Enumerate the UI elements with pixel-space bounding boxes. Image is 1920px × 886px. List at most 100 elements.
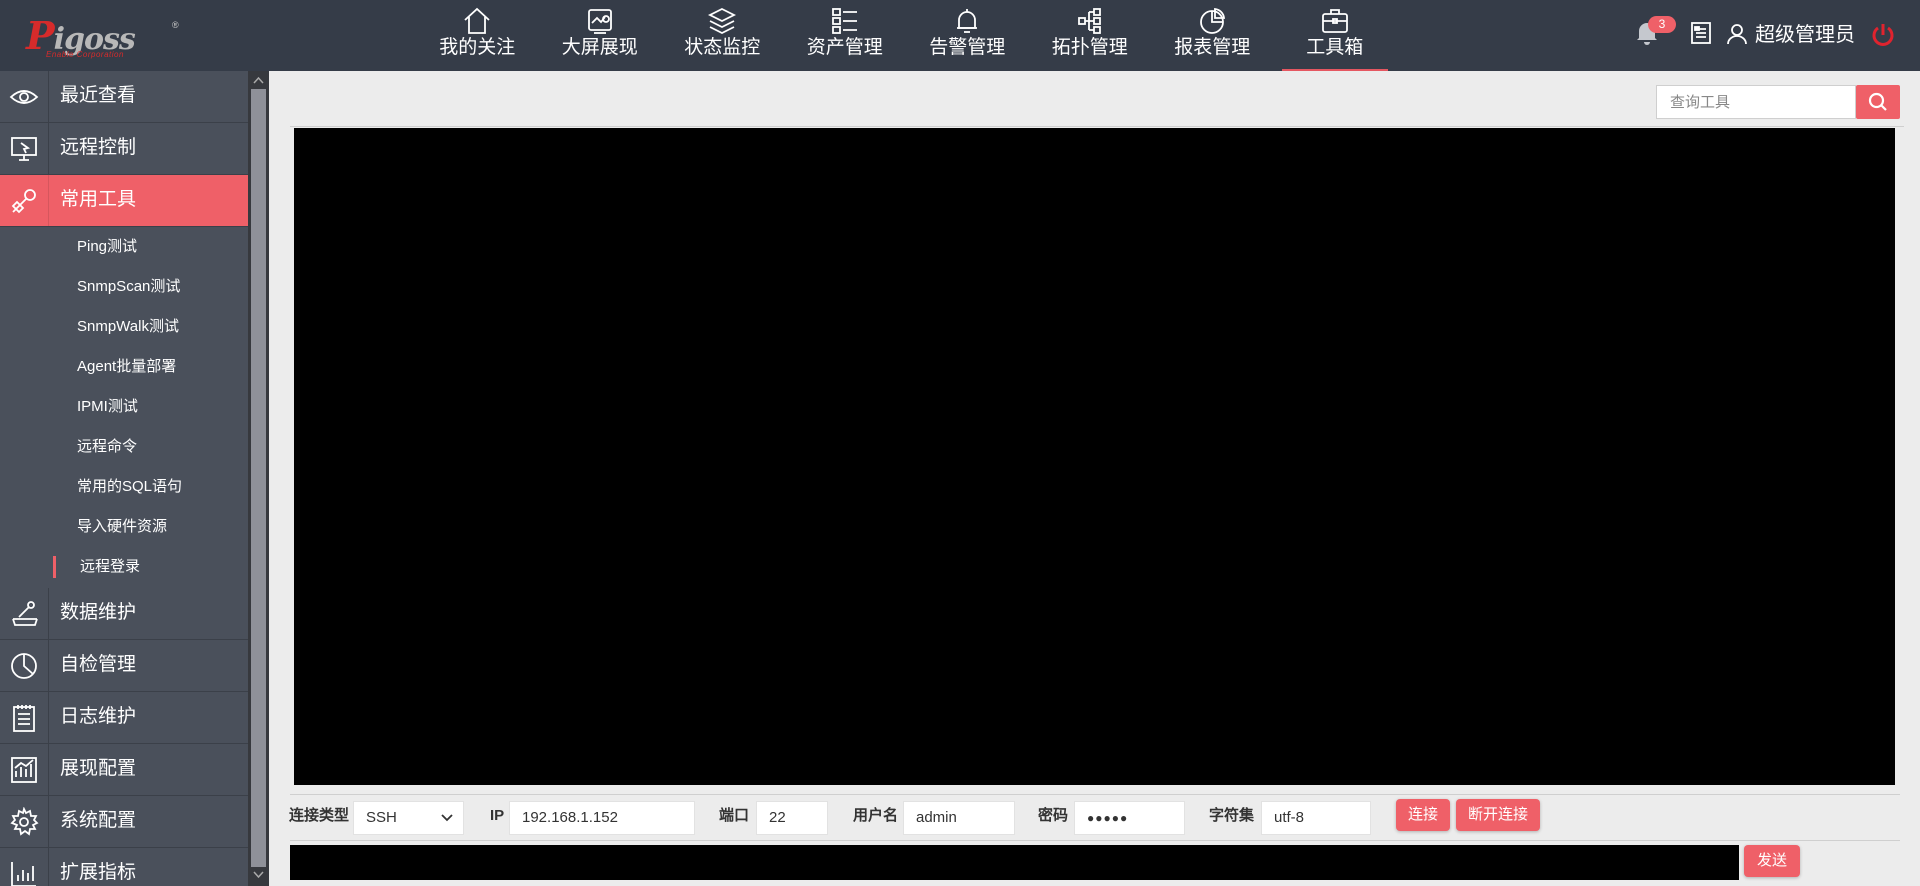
sidebar-item-label: 系统配置 <box>60 810 137 831</box>
terminal-output[interactable] <box>294 128 1895 785</box>
sidebar-item-label: 自检管理 <box>60 654 137 675</box>
connection-type-label: 连接类型 <box>289 807 350 824</box>
command-input[interactable] <box>290 845 1739 880</box>
sub-item-snmpwalk-test[interactable]: SnmpWalk测试 <box>0 307 248 347</box>
nav-status-monitor[interactable]: 状态监控 <box>661 0 784 71</box>
main-nav: 我的关注 大屏展现 状态监控 资产管理 告警管理 拓扑管理 报表管理 工具箱 <box>416 0 1396 71</box>
connect-button[interactable]: 连接 <box>1396 799 1450 831</box>
password-label: 密码 <box>1038 807 1069 824</box>
sub-item-label: IPMI测试 <box>77 398 138 415</box>
nav-label: 报表管理 <box>1174 37 1251 58</box>
eye-icon <box>9 90 39 104</box>
sidebar-item-label: 日志维护 <box>60 706 137 727</box>
sub-item-ping-test[interactable]: Ping测试 <box>0 227 248 267</box>
nav-asset-mgmt[interactable]: 资产管理 <box>784 0 907 71</box>
sub-item-remote-command[interactable]: 远程命令 <box>0 427 248 467</box>
tools-icon <box>11 189 36 214</box>
active-marker <box>53 556 56 578</box>
scroll-down-arrow-icon[interactable] <box>253 871 264 879</box>
notification-badge[interactable]: 3 <box>1648 16 1676 33</box>
user-icon[interactable] <box>1727 23 1747 45</box>
app-logo[interactable]: Pigoss ® Enable Corporation <box>26 14 181 60</box>
username-input[interactable]: admin <box>903 801 1015 835</box>
nav-label: 拓扑管理 <box>1051 37 1128 58</box>
sidebar-item-self-check[interactable]: 自检管理 <box>0 640 248 692</box>
sub-item-agent-deploy[interactable]: Agent批量部署 <box>0 347 248 387</box>
nav-label: 资产管理 <box>806 37 883 58</box>
sub-item-label: 远程登录 <box>80 558 141 575</box>
nav-label: 状态监控 <box>684 37 761 58</box>
tool-search-input[interactable] <box>1656 85 1856 119</box>
remote-desktop-icon <box>11 137 37 161</box>
sidebar-item-label: 扩展指标 <box>60 862 137 883</box>
port-label: 端口 <box>719 807 750 824</box>
nav-label: 我的关注 <box>439 37 516 58</box>
disconnect-button[interactable]: 断开连接 <box>1456 799 1540 831</box>
sub-item-ipmi-test[interactable]: IPMI测试 <box>0 387 248 427</box>
sub-item-label: Ping测试 <box>77 238 138 255</box>
sub-item-label: SnmpScan测试 <box>77 278 181 295</box>
bar-chart-icon <box>11 862 36 886</box>
nav-my-focus[interactable]: 我的关注 <box>416 0 539 71</box>
divider <box>290 794 1900 795</box>
sub-item-remote-login[interactable]: 远程登录 <box>0 547 248 587</box>
ip-label: IP <box>490 807 505 824</box>
sub-item-label: 常用的SQL语句 <box>77 478 183 495</box>
topology-icon <box>1077 8 1101 34</box>
search-button[interactable] <box>1856 85 1900 119</box>
registered-mark: ® <box>172 20 179 30</box>
charset-input[interactable]: utf-8 <box>1261 801 1371 835</box>
logo-subtitle: Enable Corporation <box>46 50 124 59</box>
port-input[interactable]: 22 <box>756 801 828 835</box>
sub-item-label: 远程命令 <box>77 438 138 455</box>
sidebar-item-extended-metrics[interactable]: 扩展指标 <box>0 848 248 886</box>
password-input[interactable]: ●●●●● <box>1074 801 1185 835</box>
power-icon[interactable] <box>1870 22 1896 48</box>
nav-big-screen[interactable]: 大屏展现 <box>539 0 662 71</box>
pie-chart-icon <box>1200 8 1226 34</box>
sidebar-item-label: 展现配置 <box>60 758 137 779</box>
wrench-disk-icon <box>12 601 38 626</box>
sub-item-sql-statements[interactable]: 常用的SQL语句 <box>0 467 248 507</box>
layers-icon <box>708 7 737 35</box>
send-button[interactable]: 发送 <box>1744 845 1800 877</box>
document-icon[interactable] <box>1690 21 1712 45</box>
nav-toolbox[interactable]: 工具箱 <box>1274 0 1397 71</box>
sidebar-item-label: 数据维护 <box>60 602 137 623</box>
chevron-down-icon <box>441 814 453 822</box>
nav-alarm-mgmt[interactable]: 告警管理 <box>906 0 1029 71</box>
sidebar-item-data-maintenance[interactable]: 数据维护 <box>0 588 248 640</box>
connection-type-select[interactable]: SSH <box>353 801 464 835</box>
sidebar-item-remote-control[interactable]: 远程控制 <box>0 123 248 175</box>
chart-icon <box>11 757 37 783</box>
sidebar-item-label: 远程控制 <box>60 137 137 158</box>
nav-label: 工具箱 <box>1306 37 1364 58</box>
scrollbar-thumb[interactable] <box>251 89 266 867</box>
nav-label: 大屏展现 <box>561 37 638 58</box>
sidebar-item-display-config[interactable]: 展现配置 <box>0 744 248 796</box>
user-name[interactable]: 超级管理员 <box>1755 22 1855 48</box>
nav-report-mgmt[interactable]: 报表管理 <box>1151 0 1274 71</box>
sub-item-label: 导入硬件资源 <box>77 518 168 535</box>
clipboard-icon <box>13 705 35 732</box>
sub-item-import-hardware[interactable]: 导入硬件资源 <box>0 507 248 547</box>
charset-label: 字符集 <box>1209 807 1255 824</box>
sidebar-item-common-tools[interactable]: 常用工具 <box>0 175 248 227</box>
sidebar-item-label: 最近查看 <box>60 85 137 106</box>
top-header: Pigoss ® Enable Corporation 我的关注 大屏展现 状态… <box>0 0 1920 71</box>
toolbox-icon <box>1321 9 1348 33</box>
bell-icon <box>957 9 978 33</box>
ip-input[interactable]: 192.168.1.152 <box>509 801 695 835</box>
sub-item-label: Agent批量部署 <box>77 358 177 375</box>
nav-label: 告警管理 <box>929 37 1006 58</box>
sidebar-item-log-maintenance[interactable]: 日志维护 <box>0 692 248 744</box>
sidebar-scrollbar[interactable] <box>248 71 269 886</box>
sub-item-label: SnmpWalk测试 <box>77 318 179 335</box>
nav-topology-mgmt[interactable]: 拓扑管理 <box>1029 0 1152 71</box>
home-icon <box>464 7 490 34</box>
scroll-up-arrow-icon[interactable] <box>253 76 264 84</box>
sidebar-item-system-config[interactable]: 系统配置 <box>0 796 248 848</box>
connection-type-value: SSH <box>366 809 397 826</box>
sidebar-item-recent[interactable]: 最近查看 <box>0 71 248 123</box>
sub-item-snmpscan-test[interactable]: SnmpScan测试 <box>0 267 248 307</box>
